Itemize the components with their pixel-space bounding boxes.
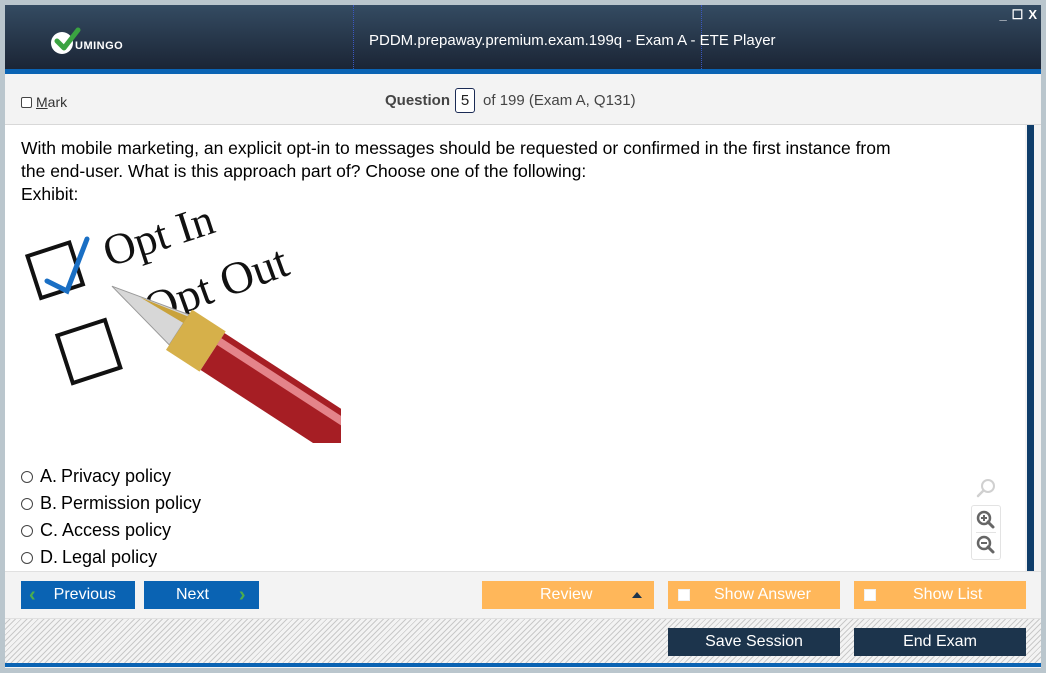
previous-label: Previous bbox=[53, 586, 116, 603]
mark-label[interactable]: Mark bbox=[36, 94, 67, 110]
show-answer-checkbox[interactable] bbox=[678, 589, 690, 601]
show-list-button[interactable]: Show List bbox=[854, 581, 1026, 609]
save-session-button[interactable]: Save Session bbox=[668, 628, 840, 656]
next-button[interactable]: Next › bbox=[144, 581, 259, 609]
answer-text[interactable]: Permission policy bbox=[61, 493, 201, 514]
answer-option-b[interactable]: B. Permission policy bbox=[21, 490, 201, 517]
answer-letter: B. bbox=[40, 493, 58, 513]
question-counter: Question 5 of 199 (Exam A, Q131) bbox=[385, 88, 636, 113]
review-button[interactable]: Review bbox=[482, 581, 654, 609]
bottom-bar: Save Session End Exam bbox=[5, 618, 1041, 665]
question-content: With mobile marketing, an explicit opt-i… bbox=[5, 125, 1025, 571]
vumingo-logo: UMINGO bbox=[51, 27, 141, 58]
question-total: of 199 (Exam A, Q131) bbox=[483, 92, 636, 109]
answer-text[interactable]: Privacy policy bbox=[61, 466, 171, 487]
question-line: the end-user. What is this approach part… bbox=[21, 161, 587, 181]
question-label: Question bbox=[385, 92, 451, 109]
question-line: With mobile marketing, an explicit opt-i… bbox=[21, 138, 891, 158]
zoom-in-icon[interactable] bbox=[976, 510, 996, 530]
end-exam-button[interactable]: End Exam bbox=[854, 628, 1026, 656]
previous-button[interactable]: ‹ Previous bbox=[21, 581, 135, 609]
show-list-checkbox[interactable] bbox=[864, 589, 876, 601]
window-title: PDDM.prepaway.premium.exam.199q - Exam A… bbox=[369, 32, 776, 49]
mark-checkbox-box[interactable] bbox=[21, 96, 32, 108]
show-answer-button[interactable]: Show Answer bbox=[668, 581, 840, 609]
navigation-bar: ‹ Previous Next › Review Show Answer Sho… bbox=[5, 571, 1041, 618]
answer-letter: C. bbox=[40, 520, 58, 540]
radio-button[interactable] bbox=[21, 524, 33, 537]
exhibit-label: Exhibit: bbox=[21, 184, 79, 204]
answer-option-c[interactable]: C. Access policy bbox=[21, 517, 201, 544]
radio-button[interactable] bbox=[21, 470, 33, 483]
maximize-button[interactable]: ☐ bbox=[1012, 7, 1024, 23]
answer-letter: A. bbox=[40, 466, 58, 486]
close-button[interactable]: X bbox=[1028, 7, 1037, 23]
review-label: Review bbox=[540, 586, 593, 603]
logo-text: UMINGO bbox=[75, 40, 124, 52]
answer-letter: D. bbox=[40, 547, 58, 567]
vertical-scrollbar[interactable] bbox=[1027, 125, 1034, 571]
zoom-out-icon[interactable] bbox=[976, 535, 996, 555]
zoom-controls bbox=[971, 505, 1001, 560]
answer-text[interactable]: Access policy bbox=[62, 520, 171, 541]
bottom-accent-line bbox=[5, 663, 1041, 667]
title-bar: UMINGO PDDM.prepaway.premium.exam.199q -… bbox=[5, 5, 1041, 74]
question-header: Mark Question 5 of 199 (Exam A, Q131) bbox=[5, 74, 1041, 125]
triangle-up-icon bbox=[632, 592, 643, 598]
zoom-separator bbox=[976, 532, 996, 533]
minimize-button[interactable]: _ bbox=[999, 7, 1006, 23]
mark-label-accesskey: M bbox=[36, 94, 48, 110]
window-controls: _ ☐ X bbox=[999, 7, 1037, 23]
answer-option-a[interactable]: A. Privacy policy bbox=[21, 463, 201, 490]
question-number-input[interactable]: 5 bbox=[455, 88, 476, 113]
answer-option-d[interactable]: D. Legal policy bbox=[21, 544, 201, 571]
mark-label-rest: ark bbox=[47, 94, 68, 110]
answer-options: A. Privacy policy B. Permission policy C… bbox=[21, 463, 201, 571]
answer-text[interactable]: Legal policy bbox=[62, 547, 157, 568]
next-label: Next bbox=[176, 586, 209, 603]
question-text: With mobile marketing, an explicit opt-i… bbox=[21, 137, 1021, 206]
search-icon[interactable] bbox=[975, 477, 997, 499]
radio-button[interactable] bbox=[21, 551, 33, 564]
chevron-left-icon: ‹ bbox=[29, 583, 36, 606]
show-list-label: Show List bbox=[913, 586, 983, 603]
mark-checkbox[interactable]: Mark bbox=[21, 94, 67, 110]
exhibit-image: Opt In Opt Out bbox=[21, 207, 341, 443]
zoom-tools bbox=[971, 477, 1001, 560]
radio-button[interactable] bbox=[21, 497, 33, 510]
title-divider bbox=[353, 5, 354, 69]
chevron-right-icon: › bbox=[238, 583, 246, 606]
show-answer-label: Show Answer bbox=[714, 586, 811, 603]
ete-player-window: UMINGO PDDM.prepaway.premium.exam.199q -… bbox=[5, 5, 1041, 668]
